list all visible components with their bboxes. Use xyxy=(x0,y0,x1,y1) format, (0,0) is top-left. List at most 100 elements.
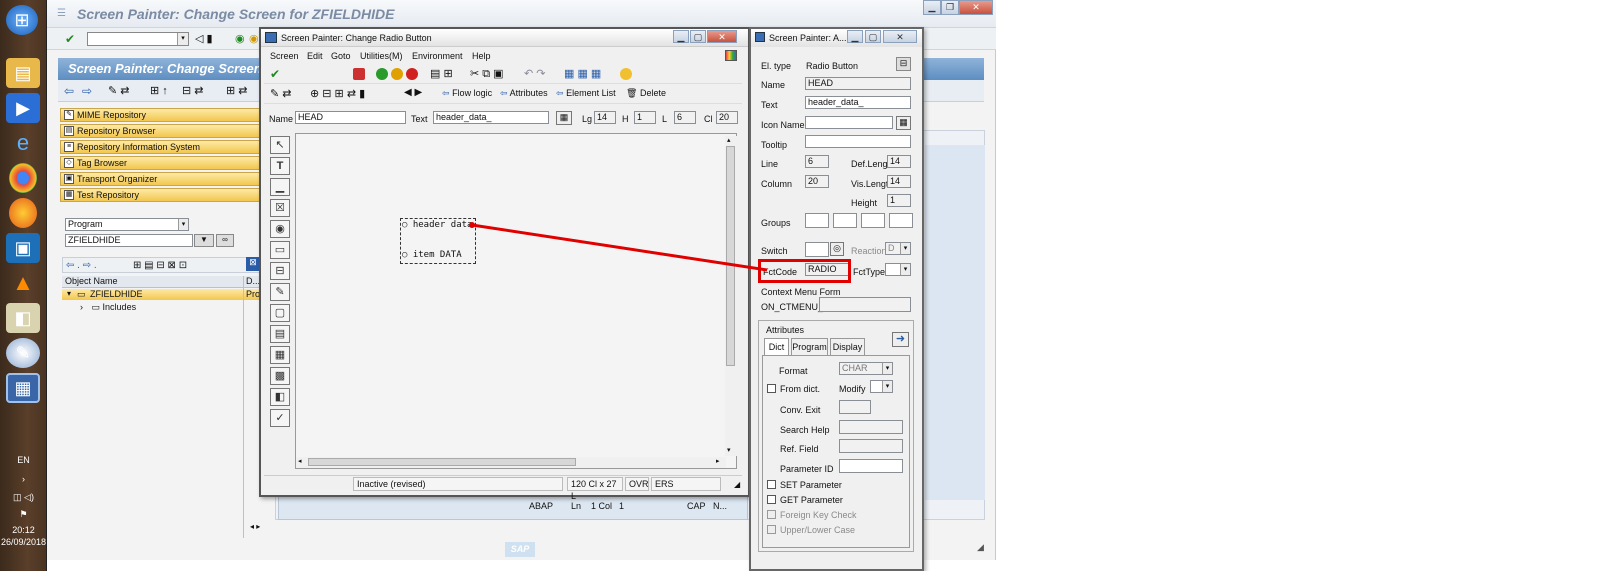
dialog-close-button[interactable]: ✕ xyxy=(707,30,737,43)
tree-nav-icons[interactable]: ⇦ . ⇨ . xyxy=(66,260,97,271)
attr-name-field[interactable]: HEAD xyxy=(805,77,911,90)
back-arrow-icon[interactable]: ⇦ xyxy=(64,84,74,98)
group3-field[interactable] xyxy=(861,213,885,228)
tabstrip-tool-icon[interactable]: ⊟ xyxy=(270,262,290,280)
vertical-scrollbar[interactable]: ▴ ▾ xyxy=(725,136,737,456)
back-icon[interactable] xyxy=(376,68,388,80)
length-field[interactable]: 14 xyxy=(594,111,616,124)
prev-next-icons[interactable]: ◀ ▶ xyxy=(404,87,422,98)
grid-icon[interactable]: ▦ xyxy=(556,111,572,125)
switch-field[interactable] xyxy=(805,242,829,257)
help-icon[interactable] xyxy=(620,68,632,80)
powerpoint-icon[interactable]: ▣ xyxy=(6,233,40,263)
def-length-field[interactable]: 14 xyxy=(887,155,911,168)
context-menu-form-field[interactable] xyxy=(819,297,911,312)
menu-help[interactable]: Help xyxy=(472,51,491,61)
status-icon-tool-icon[interactable]: ✓ xyxy=(270,409,290,427)
box-tool-icon[interactable]: ▢ xyxy=(270,304,290,322)
attr-minimize-button[interactable]: ▁ xyxy=(847,30,863,43)
line-field[interactable]: 6 xyxy=(674,111,696,124)
parameter-id-field[interactable] xyxy=(839,459,903,473)
tabstrip-wizard-tool-icon[interactable]: ✎ xyxy=(270,283,290,301)
menu-edit[interactable]: Edit xyxy=(307,51,323,61)
tab-display[interactable]: Display xyxy=(830,338,865,356)
checkbox-tool-icon[interactable]: ☒ xyxy=(270,199,290,217)
custom-control-tool-icon[interactable]: ◧ xyxy=(270,388,290,406)
subscreen-tool-icon[interactable]: ▤ xyxy=(270,325,290,343)
group1-field[interactable] xyxy=(805,213,829,228)
scroll-down-icon[interactable]: ▾ xyxy=(727,446,731,454)
dropdown-chevron-icon[interactable]: ▼ xyxy=(194,234,214,247)
tree-row-zfieldhide[interactable]: ▾ ▭ ZFIELDHIDE xyxy=(62,289,262,300)
vis-length-field[interactable]: 14 xyxy=(887,175,911,188)
layout-canvas[interactable]: ○ header data ○ item DATA xyxy=(295,133,737,469)
tab-dict[interactable]: Dict xyxy=(764,338,789,356)
exit-icon[interactable] xyxy=(391,68,403,80)
radio-item-data[interactable]: ○ item DATA xyxy=(402,250,462,260)
upper-lower-case-checkbox[interactable] xyxy=(767,525,776,534)
language-indicator[interactable]: EN xyxy=(0,455,47,465)
sap-logon-icon[interactable]: ▦ xyxy=(6,373,40,403)
menu-environment[interactable]: Environment xyxy=(412,51,463,61)
attr-close-button[interactable]: ✕ xyxy=(883,30,917,43)
delete-button[interactable]: 🗑 Delete xyxy=(626,88,666,99)
scroll-up-icon[interactable]: ▴ xyxy=(727,136,731,144)
enter-icon[interactable]: ✔ xyxy=(65,32,75,46)
expand-down-icon[interactable]: ▾ xyxy=(67,289,71,298)
speaker-icon[interactable]: ◫ ◁) xyxy=(0,492,47,503)
horizontal-scrollbar[interactable]: ◂ ▸ xyxy=(296,457,726,468)
back-icon[interactable]: ◉ xyxy=(235,32,245,45)
vertical-scroll-thumb[interactable] xyxy=(726,146,735,366)
menu-goto[interactable]: Goto xyxy=(331,51,351,61)
group4-field[interactable] xyxy=(889,213,913,228)
tree-action-icons[interactable]: ⊞ ▤ ⊟ ⊠ ⊡ xyxy=(133,260,187,271)
arrow-right-icon[interactable]: ➜ xyxy=(892,332,909,347)
exit-icon[interactable]: ◉ xyxy=(249,32,259,45)
format-select[interactable]: CHAR ▾ xyxy=(839,362,893,375)
icon-picker-grid-icon[interactable]: ▦ xyxy=(896,116,911,130)
scroll-right-icon[interactable]: ▸ xyxy=(716,457,720,465)
attr-copy-icon[interactable]: ⊟ xyxy=(896,57,911,71)
paint-icon[interactable]: ✎ xyxy=(6,338,40,368)
function-type-select[interactable]: ▾ xyxy=(885,263,911,276)
save-nav-icon[interactable]: ◁ ▮ xyxy=(195,32,213,45)
file-explorer-icon[interactable]: ▤ xyxy=(6,58,40,88)
attr-maximize-button[interactable]: ▢ xyxy=(865,30,881,43)
dialog-minimize-button[interactable]: ▁ xyxy=(673,30,689,43)
menu-screen[interactable]: Screen xyxy=(270,51,299,61)
pointer-tool-icon[interactable]: ↖ xyxy=(270,136,290,154)
radio-header-data[interactable]: ○ header data xyxy=(402,220,472,230)
pushbutton-tool-icon[interactable]: ▭ xyxy=(270,241,290,259)
text-field-tool-icon[interactable]: T xyxy=(270,157,290,175)
window-menu-icon[interactable]: ☰ xyxy=(57,8,66,19)
forward-arrow-icon[interactable]: ⇨ xyxy=(82,84,92,98)
conversion-exit-field[interactable] xyxy=(839,400,871,414)
reaction-select[interactable]: D ▾ xyxy=(885,242,911,255)
element-name-field[interactable]: HEAD xyxy=(295,111,406,124)
tab-program[interactable]: Program xyxy=(791,338,828,356)
tree-settings-icon[interactable]: ⊠ xyxy=(246,257,260,271)
firefox-icon[interactable] xyxy=(9,198,37,228)
nav-tag-browser[interactable]: ◇ Tag Browser xyxy=(60,156,260,170)
tooltip-field[interactable] xyxy=(805,135,911,148)
resize-grip-icon[interactable]: ◢ xyxy=(734,480,740,489)
nav-test-repository[interactable]: ▦ Test Repository xyxy=(60,188,260,202)
attr-height-field[interactable]: 1 xyxy=(887,194,911,207)
scroll-left-icon[interactable]: ◂ xyxy=(298,457,302,465)
flag-icon[interactable]: ⚑ xyxy=(0,509,47,520)
minimize-button[interactable]: ▁ xyxy=(923,0,941,15)
from-dict-checkbox[interactable] xyxy=(767,384,776,393)
clock-time[interactable]: 20:12 xyxy=(0,525,47,535)
expand-right-icon[interactable]: › xyxy=(80,302,83,312)
element-list-button[interactable]: ⇦ Element List xyxy=(556,88,616,99)
cut-copy-paste-icons[interactable]: ✂ ⧉ ▣ xyxy=(470,67,504,81)
table-wizard-tool-icon[interactable]: ▩ xyxy=(270,367,290,385)
group2-field[interactable] xyxy=(833,213,857,228)
hierarchy-icon[interactable]: ⊞ ↑ xyxy=(150,84,168,97)
vlc-icon[interactable]: ▲ xyxy=(6,268,40,298)
enter-check-icon[interactable]: ✔ xyxy=(270,67,280,81)
attr-column-field[interactable]: 20 xyxy=(805,175,829,188)
ref-field-field[interactable] xyxy=(839,439,903,453)
close-button[interactable]: ✕ xyxy=(959,0,993,15)
attr-line-field[interactable]: 6 xyxy=(805,155,829,168)
